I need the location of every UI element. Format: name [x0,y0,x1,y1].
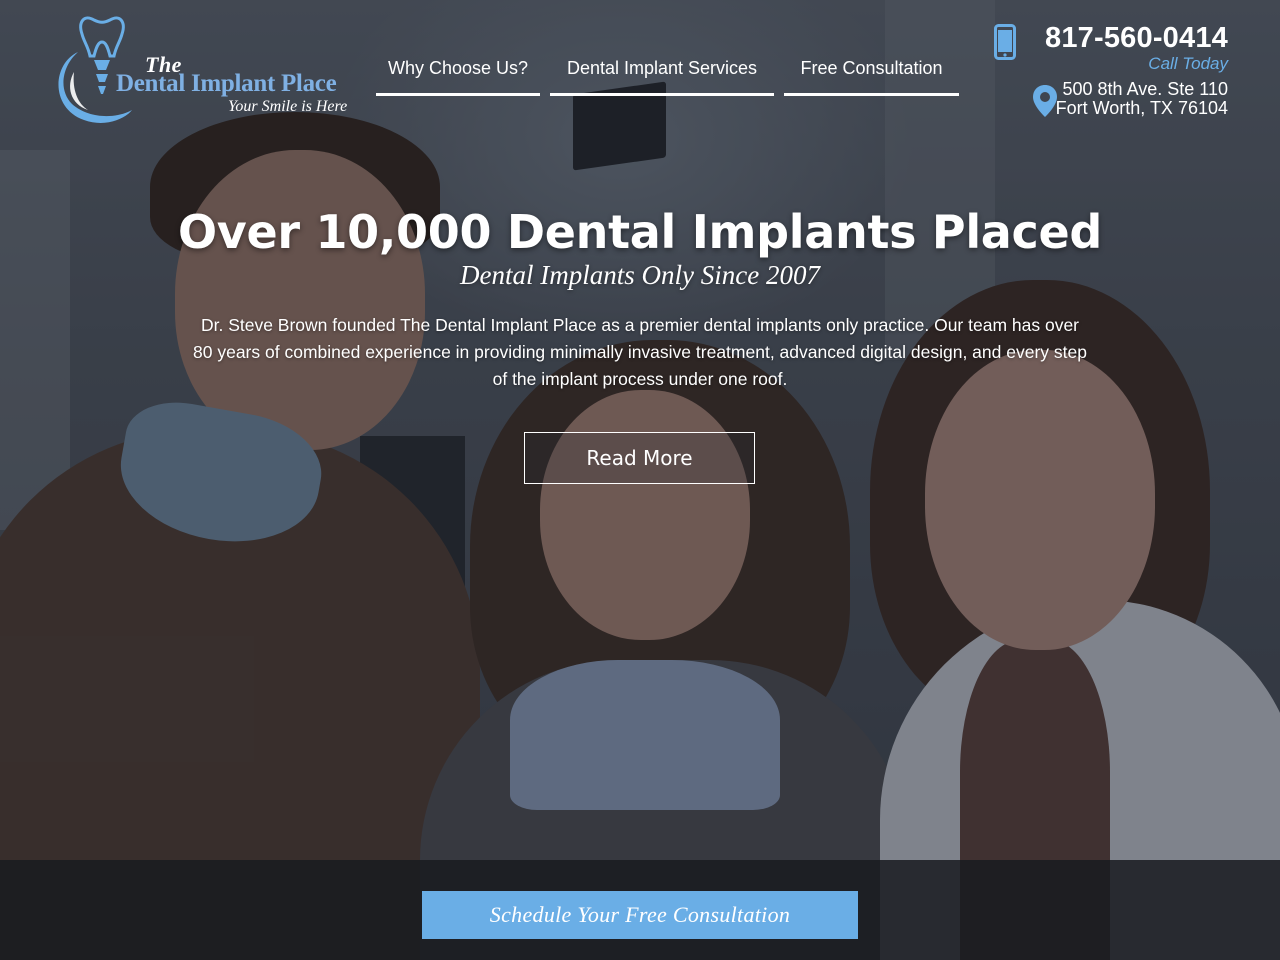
logo-tagline: Your Smile is Here [228,98,348,115]
read-more-button[interactable]: Read More [524,432,755,484]
nav-item-why-choose-us[interactable]: Why Choose Us? [376,50,540,96]
hero-subtitle: Dental Implants Only Since 2007 [460,260,820,290]
address-link[interactable]: 500 8th Ave. Ste 110 Fort Worth, TX 7610… [1056,80,1228,118]
address-line-2: Fort Worth, TX 76104 [1055,98,1228,118]
header-contact: 817-560-0414 Call Today 500 8th Ave. Ste… [968,20,1228,130]
call-today-label: Call Today [1148,54,1228,73]
nav-item-dental-implant-services[interactable]: Dental Implant Services [550,50,774,96]
map-pin-icon [1033,85,1057,117]
schedule-consultation-button[interactable]: Schedule Your Free Consultation [422,891,858,939]
phone-icon [994,24,1016,60]
logo-text-name: Dental Implant Place [116,70,337,97]
main-navigation: Why Choose Us? Dental Implant Services F… [376,50,959,96]
hero-title: Over 10,000 Dental Implants Placed [177,205,1103,259]
address-line-1: 500 8th Ave. Ste 110 [1062,79,1228,99]
nav-item-free-consultation[interactable]: Free Consultation [784,50,959,96]
phone-number-link[interactable]: 817-560-0414 [1045,22,1228,55]
hero-description: Dr. Steve Brown founded The Dental Impla… [193,315,1087,389]
site-logo[interactable]: The Dental Implant Place Your Smile is H… [48,12,368,132]
bottom-cta-bar: Schedule Your Free Consultation [0,860,1280,960]
